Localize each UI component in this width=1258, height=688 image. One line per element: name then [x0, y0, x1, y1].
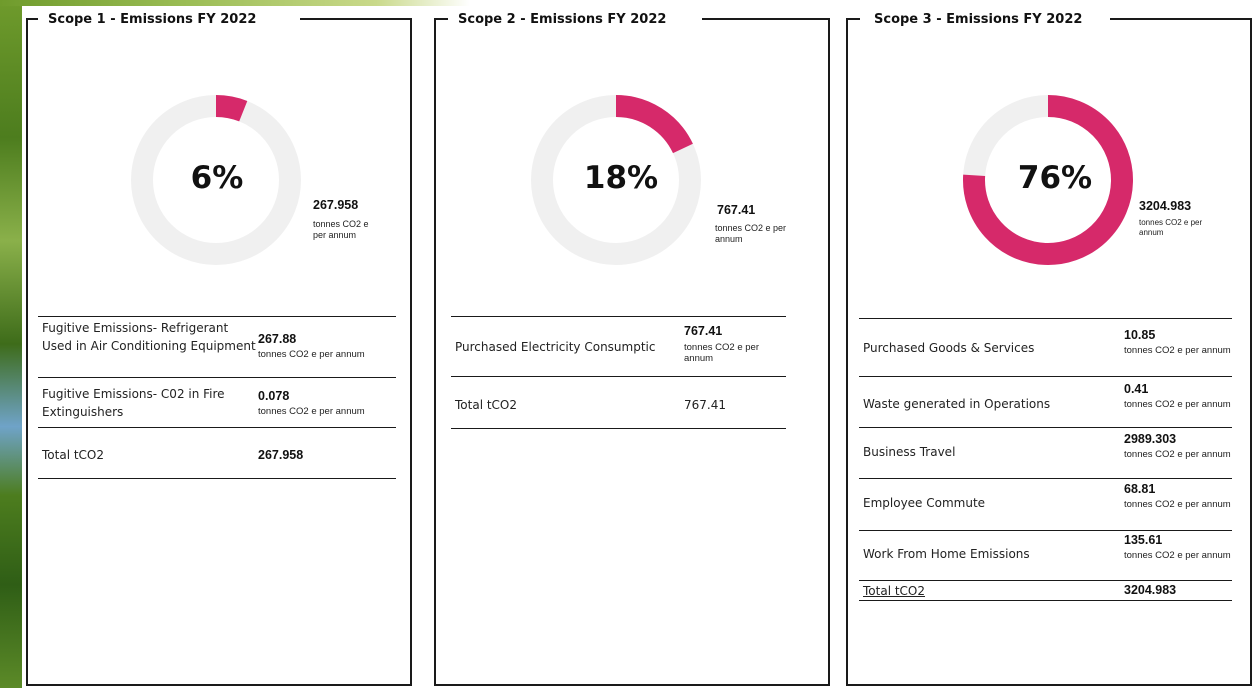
scope2-total: 767.41 — [684, 398, 726, 412]
scope3-row-value: 2989.303 — [1124, 432, 1177, 446]
scope3-row-label: Employee Commute — [863, 496, 986, 510]
scope1-divider — [38, 478, 396, 479]
scope3-total-label: Total tCO2 — [863, 584, 926, 598]
background-foliage-top — [0, 0, 470, 6]
scope2-divider — [451, 376, 786, 377]
scope3-row-unit: tonnes CO2 e per annum — [1124, 550, 1231, 561]
scope3-row-unit: tonnes CO2 e per annum — [1124, 399, 1231, 410]
scope1-total: 267.958 — [258, 448, 304, 462]
scope1-title: Scope 1 - Emissions FY 2022 — [44, 12, 261, 27]
scope1-row-unit: tonnes CO2 e per annum — [258, 349, 365, 360]
scope2-percent: 18% — [583, 160, 659, 196]
scope3-row-value: 0.41 — [1124, 382, 1149, 396]
scope1-divider — [38, 377, 396, 378]
background-foliage — [0, 0, 22, 688]
scope1-row-label: Fugitive Emissions- C02 in Fire Extingui… — [42, 387, 225, 419]
scope1-donut-arc — [215, 95, 248, 122]
scope3-total: 3204.983 — [1124, 583, 1177, 597]
scope3-divider — [859, 600, 1232, 601]
scope3-row-value: 68.81 — [1124, 482, 1156, 496]
scope2-divider — [451, 428, 786, 429]
scope3-percent: 76% — [1017, 160, 1093, 196]
scope2-title: Scope 2 - Emissions FY 2022 — [454, 12, 671, 27]
scope1-divider — [38, 316, 396, 317]
scope3-row-label: Purchased Goods & Services — [863, 341, 1035, 355]
scope3-row-label: Business Travel — [863, 445, 956, 459]
scope1-divider — [38, 427, 396, 428]
scope3-row-label: Waste generated in Operations — [863, 397, 1051, 411]
scope2-row-label: Purchased Electricity Consumptic — [455, 340, 656, 354]
scope1-row-value: 267.88 — [258, 332, 297, 346]
scope2-total-label: Total tCO2 — [455, 398, 518, 412]
scope2-row-unit: tonnes CO2 e per annum — [684, 342, 759, 364]
scope2-row-value: 767.41 — [684, 324, 723, 338]
scope1-row-label: Fugitive Emissions- Refrigerant Used in … — [42, 321, 256, 353]
scope3-divider — [859, 376, 1232, 377]
scope3-divider — [859, 478, 1232, 479]
scope3-row-unit: tonnes CO2 e per annum — [1124, 449, 1231, 460]
scope3-row-unit: tonnes CO2 e per annum — [1124, 499, 1231, 510]
scope1-row-value: 0.078 — [258, 389, 290, 403]
scope3-title: Scope 3 - Emissions FY 2022 — [870, 12, 1087, 27]
scope3-divider — [859, 580, 1232, 581]
scope3-row-value: 10.85 — [1124, 328, 1156, 342]
scope3-row-value: 135.61 — [1124, 533, 1163, 547]
scope1-percent: 6% — [190, 160, 244, 196]
scope1-row-unit: tonnes CO2 e per annum — [258, 406, 365, 417]
scope3-total-value: 3204.983 — [1139, 199, 1192, 213]
scope2-donut-arc — [615, 95, 693, 154]
scope3-unit: tonnes CO2 e per annum — [1139, 218, 1203, 237]
scope3-divider — [859, 427, 1232, 428]
scope3-divider — [859, 318, 1232, 319]
scope3-row-label: Work From Home Emissions — [863, 547, 1030, 561]
scope2-unit: tonnes CO2 e per annum — [715, 223, 787, 244]
scope2-total-value: 767.41 — [717, 203, 756, 217]
scope2-divider — [451, 316, 786, 317]
scope1-total-value: 267.958 — [313, 198, 359, 212]
scope1-unit: tonnes CO2 e per annum — [313, 219, 369, 240]
scope1-total-label: Total tCO2 — [42, 448, 105, 462]
scope3-row-unit: tonnes CO2 e per annum — [1124, 345, 1231, 356]
scope3-divider — [859, 530, 1232, 531]
